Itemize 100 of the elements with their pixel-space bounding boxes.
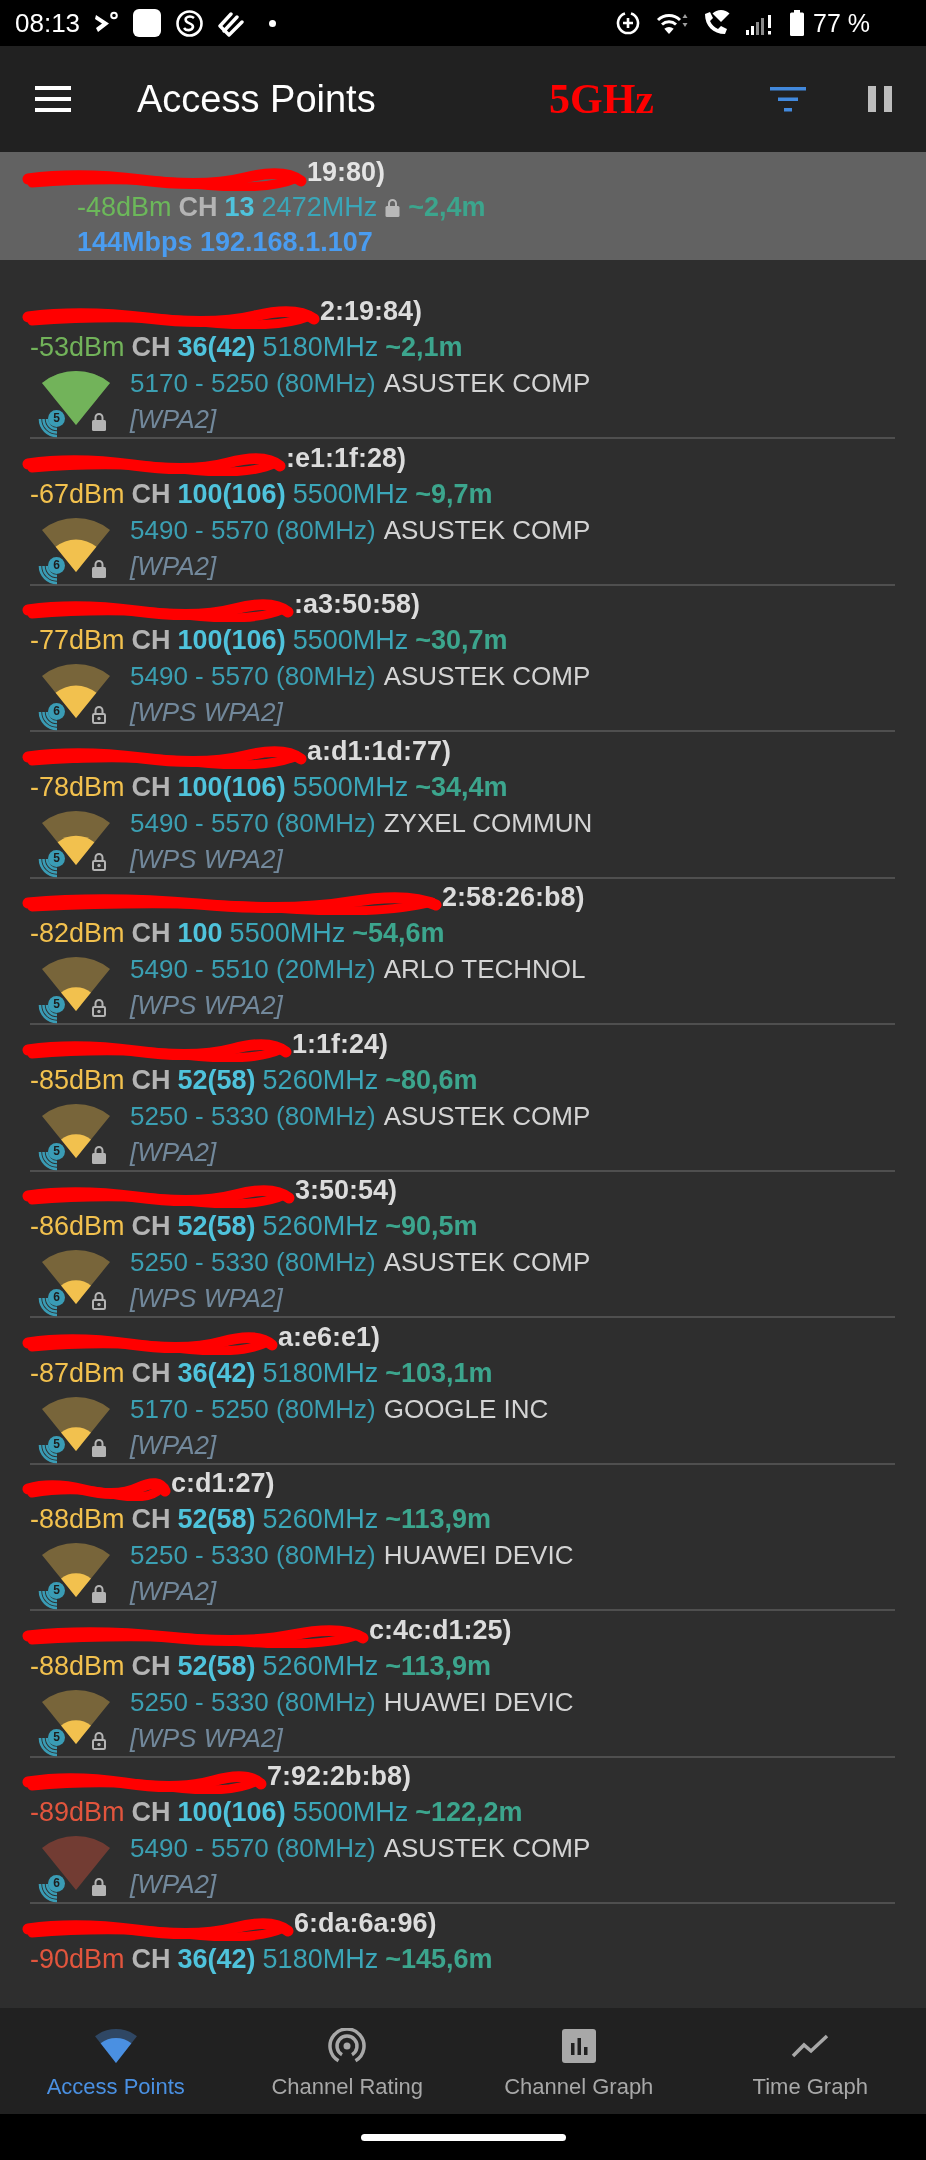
vendor-text: GOOGLE INC — [383, 1392, 549, 1426]
channel-number: 13 — [224, 191, 255, 224]
nav-tab[interactable]: Access Points — [0, 2008, 232, 2114]
wifi-icon — [656, 11, 690, 35]
network-title-text: 6:da:6a:96) — [294, 1906, 437, 1940]
network-title-text: 19:80) — [307, 156, 386, 189]
lock-icon — [384, 198, 402, 217]
wifi-standard-badge: 5 — [48, 1582, 65, 1599]
square-icon — [133, 9, 162, 37]
channel-range-text: 5490 - 5510 (20MHz) — [130, 953, 376, 986]
security-text: [WPS WPA2] — [130, 989, 283, 1022]
channel-range-text: 5250 - 5330 (80MHz) — [130, 1099, 376, 1133]
channel-label: CH — [131, 1649, 171, 1683]
vendor-text: ZYXEL COMMUN — [383, 806, 593, 840]
security-text: [WPS WPA2] — [130, 1282, 283, 1315]
wifi-signal-icon — [42, 1250, 110, 1304]
vendor-text: ASUSTEK COMP — [383, 1246, 591, 1279]
arrow-logo-icon — [94, 11, 119, 35]
channel-number: 52(58) — [177, 1063, 256, 1097]
wifi-standard-badge: 6 — [48, 1289, 65, 1306]
network-title-text: :e1:1f:28) — [286, 441, 407, 475]
channel-range-text: 5490 - 5570 (80MHz) — [130, 660, 376, 693]
frequency-text: 5180MHz — [262, 1942, 379, 1976]
wifi-signal-icon — [42, 1103, 110, 1158]
clock-text: 08:13 — [15, 8, 81, 38]
channel-range-text: 5250 - 5330 (80MHz) — [130, 1539, 376, 1572]
screen-title: Access Points — [137, 77, 376, 122]
channel-number: 52(58) — [177, 1503, 256, 1536]
channel-label: CH — [131, 1503, 171, 1536]
network-title-text: :a3:50:58) — [294, 588, 421, 621]
filter-icon[interactable] — [770, 86, 806, 112]
channel-number: 100(106) — [177, 477, 286, 511]
frequency-text: 5260MHz — [262, 1503, 379, 1536]
channel-range-text: 5170 - 5250 (80MHz) — [130, 1392, 376, 1426]
channel-label: CH — [131, 1063, 171, 1097]
channel-number: 36(42) — [177, 1942, 256, 1976]
frequency-text: 5260MHz — [262, 1210, 379, 1243]
wifi-signal-icon — [42, 517, 110, 572]
distance-text: ~2,4m — [408, 191, 486, 224]
network-title-text: 2:58:26:b8) — [442, 881, 585, 914]
connected-network-card[interactable]: 19:80) -48dBm CH 13 2472MHz ~2,4m 144Mbps 192.168.1.107 — [0, 152, 926, 260]
vendor-text: ARLO TECHNOL — [383, 953, 586, 986]
frequency-text: 5500MHz — [292, 624, 409, 657]
channel-range-text: 5490 - 5570 (80MHz) — [130, 513, 376, 547]
wifi-standard-badge: 5 — [48, 849, 65, 867]
security-text: [WPS WPA2] — [130, 1721, 283, 1755]
security-text: [WPS WPA2] — [130, 842, 283, 876]
vendor-text: HUAWEI DEVIC — [383, 1539, 574, 1572]
signal-strength-text: -89dBm — [30, 1796, 125, 1829]
security-text: [WPS WPA2] — [130, 696, 283, 729]
bar-chart-icon — [561, 2029, 596, 2063]
vendor-text: ASUSTEK COMP — [383, 1832, 591, 1865]
frequency-text: 5260MHz — [262, 1649, 379, 1683]
signal-strength-text: -86dBm — [30, 1210, 125, 1243]
channel-number: 36(42) — [177, 331, 256, 364]
channel-label: CH — [131, 477, 171, 511]
network-title-text: 2:19:84) — [320, 295, 423, 328]
link-info-text: 144Mbps 192.168.1.107 — [77, 226, 373, 259]
signal-strength-text: -48dBm — [77, 191, 172, 224]
network-title-text: 3:50:54) — [295, 1174, 398, 1207]
vendor-text: ASUSTEK COMP — [383, 1099, 591, 1133]
channel-label: CH — [131, 1796, 171, 1829]
nav-tab[interactable]: Channel Rating — [231, 2008, 463, 2114]
channel-label: CH — [131, 331, 171, 364]
vendor-text: ASUSTEK COMP — [383, 367, 591, 400]
nav-tab[interactable]: Channel Graph — [463, 2008, 695, 2114]
channel-number: 100(106) — [177, 624, 286, 657]
security-text: [WPA2] — [130, 1575, 217, 1608]
distance-text: ~113,9m — [385, 1503, 491, 1536]
radar-icon — [328, 2028, 367, 2064]
wifi-signal-icon — [42, 957, 110, 1011]
channel-label: CH — [131, 1356, 171, 1390]
gesture-handle[interactable] — [360, 2133, 566, 2141]
security-text: [WPA2] — [130, 1868, 217, 1901]
signal-strength-text: -88dBm — [30, 1649, 125, 1683]
circle-plus-icon — [616, 11, 640, 35]
distance-text: ~30,7m — [415, 624, 508, 657]
wifi-standard-badge: 5 — [48, 996, 65, 1013]
signal-strength-text: -85dBm — [30, 1063, 125, 1097]
wifi-standard-badge: 6 — [48, 1875, 65, 1892]
vendor-text: HUAWEI DEVIC — [383, 1685, 574, 1719]
wifi-standard-badge: 5 — [48, 1142, 65, 1160]
channel-label: CH — [131, 917, 171, 950]
nav-tab[interactable]: Time Graph — [694, 2008, 926, 2114]
vendor-text: ASUSTEK COMP — [383, 513, 591, 547]
stripes-logo-icon — [217, 9, 245, 37]
channel-number: 52(58) — [177, 1210, 256, 1243]
signal-strength-text: -82dBm — [30, 917, 125, 950]
network-title-text: 7:92:2b:b8) — [267, 1760, 412, 1793]
distance-text: ~113,9m — [385, 1649, 491, 1683]
menu-button[interactable] — [35, 86, 71, 112]
distance-text: ~122,2m — [415, 1796, 523, 1829]
wifi-standard-badge: 6 — [48, 556, 65, 574]
signal-strength-text: -90dBm — [30, 1942, 125, 1976]
wifi-signal-icon — [42, 1689, 110, 1744]
pause-icon[interactable] — [868, 86, 892, 112]
frequency-text: 5500MHz — [292, 1796, 409, 1829]
band-annotation: 5GHz — [549, 75, 654, 123]
wifi-standard-badge: 6 — [48, 703, 65, 720]
trend-line-icon — [791, 2034, 830, 2058]
